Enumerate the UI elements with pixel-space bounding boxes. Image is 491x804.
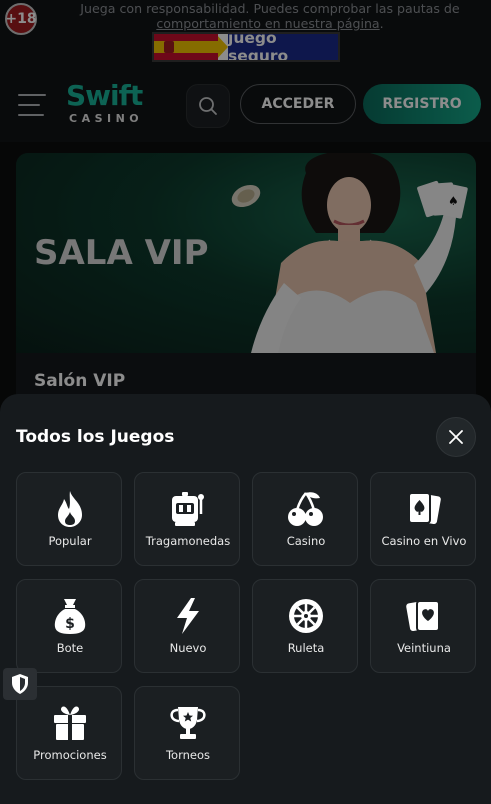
category-torneos[interactable]: Torneos <box>134 686 240 780</box>
slot-machine-icon <box>172 492 204 526</box>
category-veintiuna[interactable]: Veintiuna <box>370 579 476 673</box>
category-label: Nuevo <box>169 641 207 655</box>
close-icon <box>449 430 463 444</box>
category-label: Veintiuna <box>397 641 451 655</box>
roulette-icon <box>289 599 323 633</box>
category-label: Ruleta <box>287 641 325 655</box>
category-tragamonedas[interactable]: Tragamonedas <box>134 472 240 566</box>
category-label: Casino <box>286 534 326 548</box>
all-games-sheet: Todos los Juegos Popular Tragamonedas Ca… <box>0 394 491 804</box>
shield-icon <box>12 674 28 694</box>
category-label: Tragamonedas <box>145 534 231 548</box>
privacy-shield-button[interactable] <box>3 668 37 700</box>
lightning-icon <box>177 598 199 634</box>
category-nuevo[interactable]: Nuevo <box>134 579 240 673</box>
close-button[interactable] <box>436 417 476 457</box>
category-label: Promociones <box>33 748 107 762</box>
category-bote[interactable]: $ Bote <box>16 579 122 673</box>
category-promociones[interactable]: Promociones <box>16 686 122 780</box>
category-casino[interactable]: Casino <box>252 472 358 566</box>
category-ruleta[interactable]: Ruleta <box>252 579 358 673</box>
cherries-icon <box>288 492 323 526</box>
trophy-icon <box>170 707 206 739</box>
blackjack-cards-icon <box>406 600 440 632</box>
fire-icon <box>58 491 82 527</box>
category-popular[interactable]: Popular <box>16 472 122 566</box>
category-label: Casino en Vivo <box>381 534 467 548</box>
gift-icon <box>54 706 86 740</box>
svg-text:$: $ <box>65 616 75 632</box>
cards-icon <box>408 492 441 525</box>
category-casino-en-vivo[interactable]: Casino en Vivo <box>370 472 476 566</box>
category-label: Bote <box>56 641 84 655</box>
category-label: Popular <box>48 534 92 548</box>
money-bag-icon: $ <box>54 599 86 634</box>
category-label: Torneos <box>165 748 211 762</box>
sheet-title: Todos los Juegos <box>16 427 175 447</box>
